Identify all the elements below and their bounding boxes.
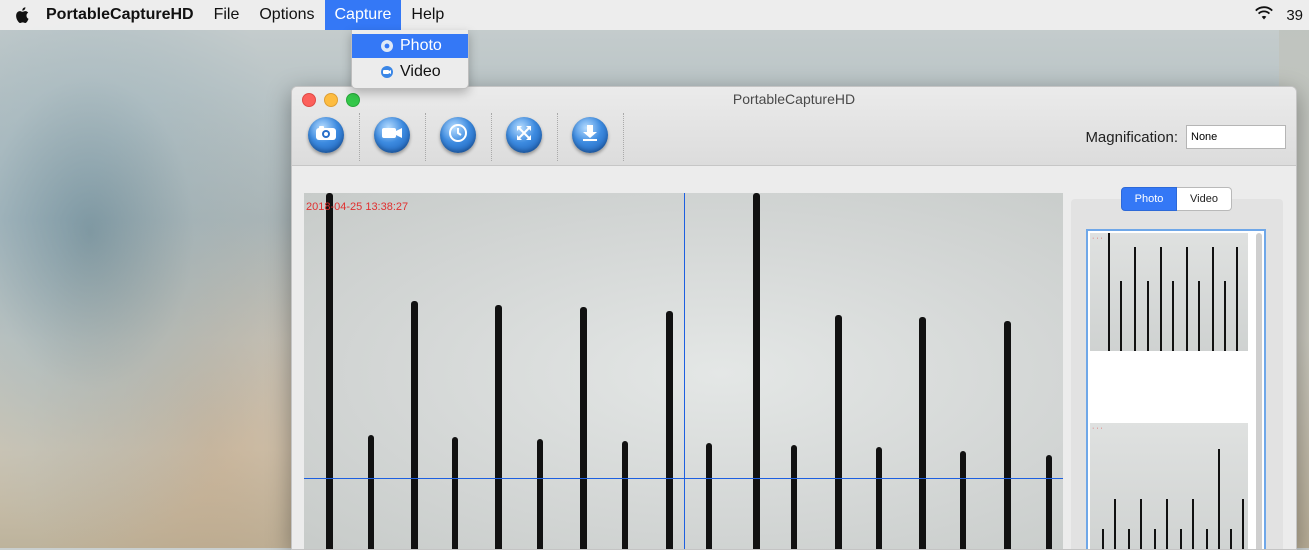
thumbnail-ruler-tick (1128, 529, 1130, 549)
capture-menu-photo[interactable]: Photo (352, 34, 468, 58)
ruler-tick (835, 315, 842, 549)
download-icon (580, 123, 600, 148)
magnification-label: Magnification: (1085, 128, 1178, 146)
capture-menu-dropdown: Photo Video (351, 30, 469, 89)
thumbnail-ruler-tick (1102, 529, 1104, 549)
menu-options[interactable]: Options (249, 0, 324, 30)
ruler-tick (622, 441, 628, 549)
thumbnail-ruler-tick (1120, 281, 1122, 351)
thumbnail-ruler-tick (1166, 499, 1168, 549)
ruler-tick (495, 305, 502, 549)
tab-photo[interactable]: Photo (1121, 187, 1177, 211)
menu-file[interactable]: File (204, 0, 250, 30)
live-preview[interactable]: 2018-04-25 13:38:27 (304, 193, 1063, 549)
menu-help[interactable]: Help (401, 0, 454, 30)
thumbnail-ruler-tick (1108, 233, 1110, 351)
thumbnail-ruler-tick (1134, 247, 1136, 351)
thumbnail-ruler-tick (1236, 247, 1238, 351)
camera-icon (315, 125, 337, 146)
magnification-field[interactable] (1186, 125, 1286, 149)
thumbnail-ruler-tick (1160, 247, 1162, 351)
capture-gallery-panel: Photo Video · · · · · · (1071, 187, 1283, 549)
magnification-group: Magnification: (1085, 125, 1286, 149)
thumbnail-ruler-tick (1198, 281, 1200, 351)
thumbnail-ruler-tick (1242, 499, 1244, 549)
window-title: PortableCaptureHD (732, 91, 856, 107)
toolbar-separator (359, 113, 361, 161)
toolbar-separator (425, 113, 427, 161)
ruler-tick (791, 445, 797, 549)
menu-bar: PortableCaptureHD File Options Capture H… (0, 0, 1309, 30)
timer-button[interactable] (440, 113, 492, 161)
capture-menu-video[interactable]: Video (352, 60, 468, 84)
ruler-tick (326, 193, 333, 549)
ruler-tick (411, 301, 418, 549)
title-bar: PortableCaptureHD Magnification: None (292, 87, 1296, 166)
menu-app-name[interactable]: PortableCaptureHD (46, 0, 204, 30)
toolbar (308, 113, 638, 161)
desktop-wallpaper (0, 22, 300, 548)
ruler-tick (876, 447, 882, 549)
thumbnail-ruler-tick (1224, 281, 1226, 351)
menu-capture[interactable]: Capture (324, 0, 402, 30)
thumbnail-ruler-tick (1206, 529, 1208, 549)
ruler-tick (368, 435, 374, 549)
ruler-tick (1046, 455, 1052, 549)
ruler-tick (580, 307, 587, 549)
clock-text[interactable]: 39 (1286, 7, 1303, 24)
toolbar-separator (557, 113, 559, 161)
thumbnail-ruler-tick (1186, 247, 1188, 351)
thumbnail-ruler-tick (1212, 247, 1214, 351)
thumbnail-timestamp: · · · (1092, 425, 1103, 432)
ruler-tick (753, 193, 760, 549)
record-button[interactable] (374, 113, 426, 161)
thumbnail-ruler-tick (1154, 529, 1156, 549)
expand-icon (515, 124, 533, 147)
clock-icon (448, 123, 468, 148)
preview-timestamp: 2018-04-25 13:38:27 (306, 201, 409, 213)
toolbar-separator (491, 113, 493, 161)
thumbnail-scrollbar[interactable] (1256, 233, 1262, 549)
save-button[interactable] (572, 113, 624, 161)
thumbnail-ruler-tick (1192, 499, 1194, 549)
apple-icon[interactable] (0, 6, 46, 24)
snapshot-button[interactable] (308, 113, 360, 161)
ruler-tick (919, 317, 926, 549)
capture-menu-photo-label: Photo (400, 37, 442, 54)
ruler-tick (1004, 321, 1011, 549)
ruler-tick (960, 451, 966, 549)
status-area: 39 (1254, 0, 1309, 30)
ruler-tick (537, 439, 543, 549)
crosshair-vertical (684, 193, 685, 549)
thumbnail-ruler-tick (1180, 529, 1182, 549)
thumbnail-item[interactable]: · · · (1090, 233, 1248, 351)
thumbnail-timestamp: · · · (1092, 235, 1103, 242)
app-window: PortableCaptureHD Magnification: None 20… (291, 86, 1297, 550)
wifi-icon[interactable] (1254, 5, 1274, 26)
ruler-tick (666, 311, 673, 549)
tab-video[interactable]: Video (1177, 187, 1232, 211)
camera-icon (376, 39, 398, 53)
thumbnail-ruler-tick (1114, 499, 1116, 549)
thumbnail-ruler-tick (1230, 529, 1232, 549)
thumbnail-list[interactable]: · · · · · · (1086, 229, 1266, 549)
thumbnail-item[interactable]: · · · (1090, 423, 1248, 549)
video-icon (376, 65, 398, 79)
ruler-tick (452, 437, 458, 549)
video-camera-icon (381, 126, 403, 145)
thumbnail-ruler-tick (1172, 281, 1174, 351)
thumbnail-ruler-tick (1147, 281, 1149, 351)
gallery-tab-switch: Photo Video (1121, 187, 1232, 211)
toolbar-separator (623, 113, 625, 161)
ruler-tick (706, 443, 712, 549)
capture-menu-video-label: Video (400, 63, 441, 80)
thumbnail-ruler-tick (1140, 499, 1142, 549)
fullscreen-button[interactable] (506, 113, 558, 161)
crosshair-horizontal (304, 478, 1063, 479)
thumbnail-ruler-tick (1218, 449, 1220, 549)
